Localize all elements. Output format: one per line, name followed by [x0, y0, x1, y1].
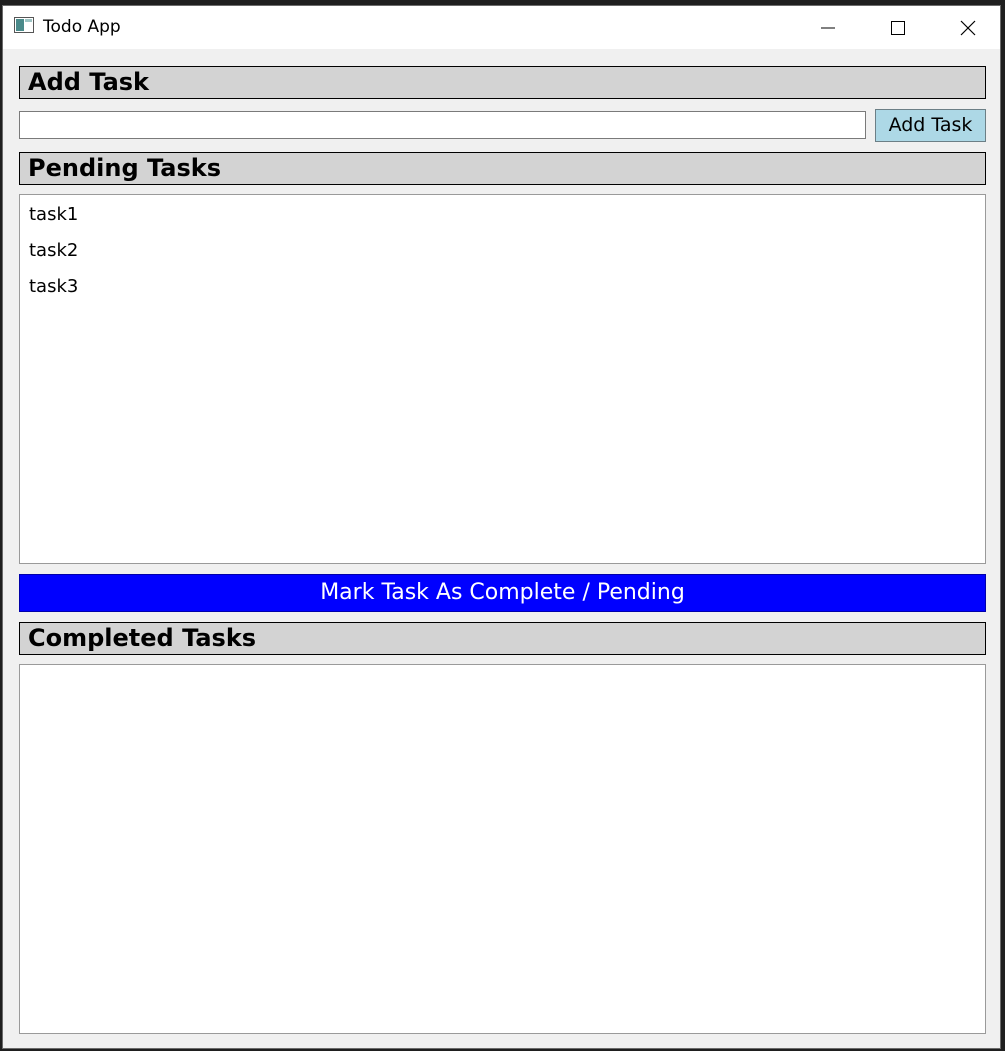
title-bar[interactable]: Todo App [3, 6, 1000, 49]
pending-tasks-header: Pending Tasks [19, 152, 986, 185]
minimize-icon [821, 27, 835, 28]
todo-app-window: Todo App Add Task Add Task Pending Tasks… [2, 5, 1001, 1049]
close-icon [960, 20, 976, 35]
completed-tasks-header: Completed Tasks [19, 622, 986, 655]
minimize-button[interactable] [793, 6, 863, 49]
window-title: Todo App [43, 17, 121, 37]
completed-tasks-list[interactable] [19, 664, 986, 1034]
close-button[interactable] [933, 6, 1003, 49]
list-item[interactable]: task3 [29, 276, 78, 298]
app-icon [14, 17, 34, 33]
task-input[interactable] [19, 111, 866, 139]
maximize-button[interactable] [863, 6, 933, 49]
list-item[interactable]: task2 [29, 240, 78, 262]
add-task-button[interactable]: Add Task [875, 109, 986, 142]
mark-complete-pending-button[interactable]: Mark Task As Complete / Pending [19, 574, 986, 612]
add-task-header: Add Task [19, 66, 986, 99]
pending-tasks-list[interactable]: task1 task2 task3 [19, 194, 986, 564]
maximize-icon [891, 20, 905, 35]
list-item[interactable]: task1 [29, 204, 78, 226]
